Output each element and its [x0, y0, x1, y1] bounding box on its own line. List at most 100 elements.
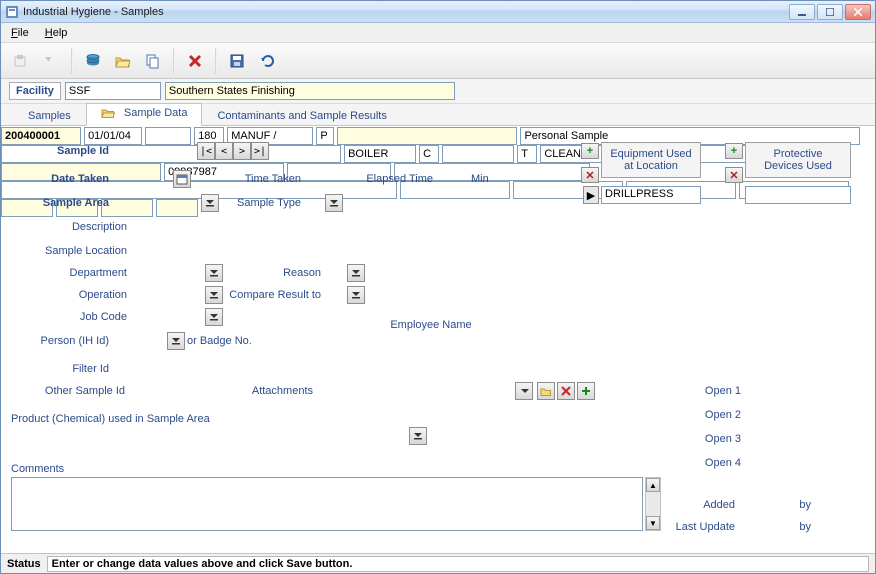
menu-file[interactable]: File	[7, 25, 33, 41]
attachments-combo-dropdown-icon[interactable]	[515, 382, 533, 400]
label-elapsed-time: Elapsed Time	[353, 173, 433, 185]
sample-type-desc	[337, 127, 517, 145]
label-open4: Open 4	[681, 457, 741, 469]
label-last-update: Last Update	[661, 521, 735, 533]
app-icon	[5, 5, 19, 19]
toolbar-btn-2	[37, 47, 65, 75]
label-time-taken: Time Taken	[211, 173, 301, 185]
label-last-update-by: by	[793, 521, 811, 533]
attachments-remove-icon[interactable]	[557, 382, 575, 400]
database-icon[interactable]	[79, 47, 107, 75]
label-department: Department	[1, 267, 127, 279]
last-update-by	[156, 199, 198, 217]
menu-help[interactable]: Help	[41, 25, 72, 41]
time-taken-input[interactable]	[145, 127, 191, 145]
label-open2: Open 2	[681, 409, 741, 421]
scroll-down-icon[interactable]: ▼	[646, 516, 660, 530]
sample-area-dropdown-icon[interactable]	[201, 194, 219, 212]
compare-result-dropdown-icon[interactable]	[347, 286, 365, 304]
label-employee-name: Employee Name	[361, 319, 501, 331]
equipment-remove-button[interactable]: ✕	[581, 167, 599, 183]
label-filter-id: Filter Id	[1, 363, 109, 375]
reason-dropdown-icon[interactable]	[347, 264, 365, 282]
product-chem-dropdown-icon[interactable]	[409, 427, 427, 445]
label-or-badge: or Badge No.	[187, 335, 257, 347]
protective-row-cell[interactable]	[745, 186, 851, 204]
tab-contaminants[interactable]: Contaminants and Sample Results	[202, 106, 401, 126]
label-job-code: Job Code	[1, 311, 127, 323]
protective-header: Protective Devices Used	[745, 142, 851, 178]
label-sample-id: Sample Id	[1, 145, 109, 157]
label-product-chem: Product (Chemical) used in Sample Area	[11, 413, 271, 425]
facility-code-input[interactable]	[65, 82, 161, 100]
person-dropdown-icon[interactable]	[167, 332, 185, 350]
label-date-taken: Date Taken	[1, 173, 109, 185]
save-icon[interactable]	[223, 47, 251, 75]
equipment-add-button[interactable]: +	[581, 143, 599, 159]
delete-icon[interactable]	[181, 47, 209, 75]
label-compare-result: Compare Result to	[225, 289, 321, 301]
job-code-dropdown-icon[interactable]	[205, 308, 223, 326]
department-dropdown-icon[interactable]	[205, 264, 223, 282]
scroll-up-icon[interactable]: ▲	[646, 478, 660, 492]
label-min: Min	[471, 173, 501, 185]
equipment-header: Equipment Used at Location	[601, 142, 701, 178]
titlebar: Industrial Hygiene - Samples	[1, 1, 875, 23]
facility-name-display	[165, 82, 455, 100]
label-added-by: by	[793, 499, 811, 511]
label-person: Person (IH Id)	[1, 335, 109, 347]
comments-scrollbar[interactable]: ▲ ▼	[645, 477, 661, 531]
label-added: Added	[681, 499, 735, 511]
app-window: Industrial Hygiene - Samples File Help F…	[0, 0, 876, 574]
nav-next-button[interactable]: >	[233, 142, 251, 160]
label-open3: Open 3	[681, 433, 741, 445]
protective-remove-button[interactable]: ✕	[725, 167, 743, 183]
operation-dropdown-icon[interactable]	[205, 286, 223, 304]
close-button[interactable]	[845, 4, 871, 20]
label-comments: Comments	[11, 463, 91, 475]
status-label: Status	[7, 558, 41, 570]
statusbar: Status Enter or change data values above…	[1, 553, 875, 573]
label-description: Description	[1, 221, 127, 233]
tabstrip: Samples Sample Data Contaminants and Sam…	[1, 104, 875, 126]
department-input[interactable]	[344, 145, 416, 163]
attachments-add-icon[interactable]	[577, 382, 595, 400]
date-taken-input[interactable]	[84, 127, 142, 145]
copy-icon[interactable]	[139, 47, 167, 75]
protective-add-button[interactable]: +	[725, 143, 743, 159]
tab-samples[interactable]: Samples	[13, 106, 86, 126]
attachments-open-icon[interactable]	[537, 382, 555, 400]
sample-id-input[interactable]	[1, 127, 81, 145]
calendar-icon[interactable]	[173, 170, 191, 188]
facility-row: Facility	[1, 79, 875, 104]
label-operation: Operation	[1, 289, 127, 301]
comments-input[interactable]	[11, 477, 643, 531]
label-open1: Open 1	[681, 385, 741, 397]
nav-prev-button[interactable]: <	[215, 142, 233, 160]
label-reason: Reason	[251, 267, 321, 279]
operation-input[interactable]	[442, 145, 514, 163]
label-sample-area: Sample Area	[1, 197, 109, 209]
maximize-button[interactable]	[817, 4, 843, 20]
reason-input[interactable]	[419, 145, 439, 163]
tab-sample-data[interactable]: Sample Data	[86, 103, 203, 126]
sample-type-input[interactable]	[316, 127, 334, 145]
open-folder-icon[interactable]	[109, 47, 137, 75]
nav-last-button[interactable]: >|	[251, 142, 269, 160]
label-attachments: Attachments	[241, 385, 313, 397]
folder-open-icon	[101, 107, 115, 122]
undo-icon[interactable]	[253, 47, 281, 75]
toolbar-btn-1	[7, 47, 35, 75]
facility-label: Facility	[9, 82, 61, 100]
sample-type-dropdown-icon[interactable]	[325, 194, 343, 212]
menubar: File Help	[1, 23, 875, 43]
nav-first-button[interactable]: |<	[197, 142, 215, 160]
window-title: Industrial Hygiene - Samples	[23, 6, 789, 18]
minimize-button[interactable]	[789, 4, 815, 20]
compare-result-input[interactable]	[517, 145, 537, 163]
status-text: Enter or change data values above and cl…	[47, 556, 869, 572]
form-area: Sample Id |< < > >| Date Taken Time Take…	[1, 126, 875, 553]
equipment-row-pointer-icon[interactable]: ▶	[583, 186, 599, 204]
equipment-row-cell[interactable]: DRILLPRESS	[601, 186, 701, 204]
label-other-sample-id: Other Sample Id	[1, 385, 125, 397]
